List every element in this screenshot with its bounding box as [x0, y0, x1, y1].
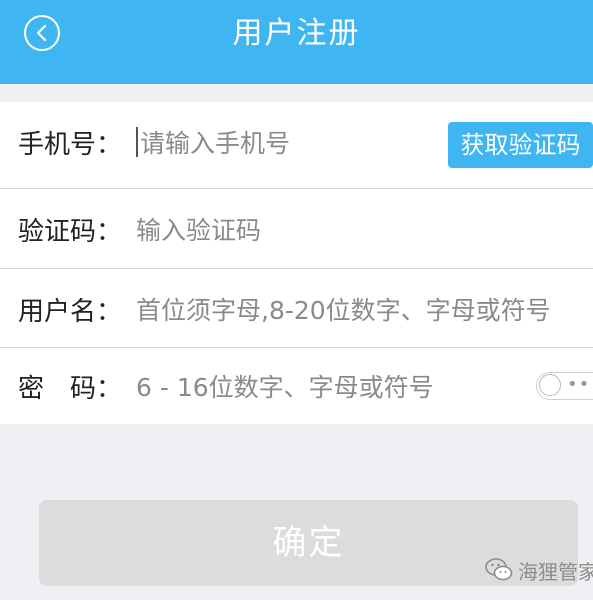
password-visibility-toggle[interactable]: ••• [536, 372, 593, 400]
get-code-button[interactable]: 获取验证码 [448, 122, 593, 168]
phone-placeholder: 请输入手机号 [140, 129, 291, 158]
divider [0, 268, 593, 269]
page-title: 用户注册 [232, 16, 361, 51]
code-label: 验证码： [18, 216, 123, 247]
username-row: 用户名： 首位须字母,8-20位数字、字母或符号 [0, 270, 593, 348]
code-row: 验证码： 输入验证码 [0, 190, 593, 268]
toggle-knob [539, 374, 561, 396]
watermark: 海狸管家 [484, 553, 593, 587]
title-bar: 用户注册 [0, 0, 593, 84]
phone-row: 手机号： 请输入手机号 获取验证码 [0, 102, 593, 182]
username-input[interactable]: 首位须字母,8-20位数字、字母或符号 [136, 270, 551, 348]
code-input[interactable]: 输入验证码 [136, 190, 261, 268]
phone-label: 手机号： [18, 129, 123, 160]
username-label: 用户名： [18, 296, 123, 327]
divider [0, 188, 593, 189]
registration-form: 手机号： 请输入手机号 获取验证码 验证码： 输入验证码 用户名： 首位须字母,… [0, 102, 593, 424]
text-cursor [136, 127, 138, 157]
watermark-text: 海狸管家 [518, 559, 593, 584]
password-input[interactable]: 6 - 16位数字、字母或符号 [136, 348, 434, 424]
password-label: 密 码： [18, 373, 123, 404]
phone-input[interactable]: 请输入手机号 [136, 102, 290, 182]
wechat-icon [485, 558, 513, 581]
password-row: 密 码： 6 - 16位数字、字母或符号 ••• [0, 348, 593, 424]
password-visibility-toggle-icon: ••• [567, 374, 593, 395]
